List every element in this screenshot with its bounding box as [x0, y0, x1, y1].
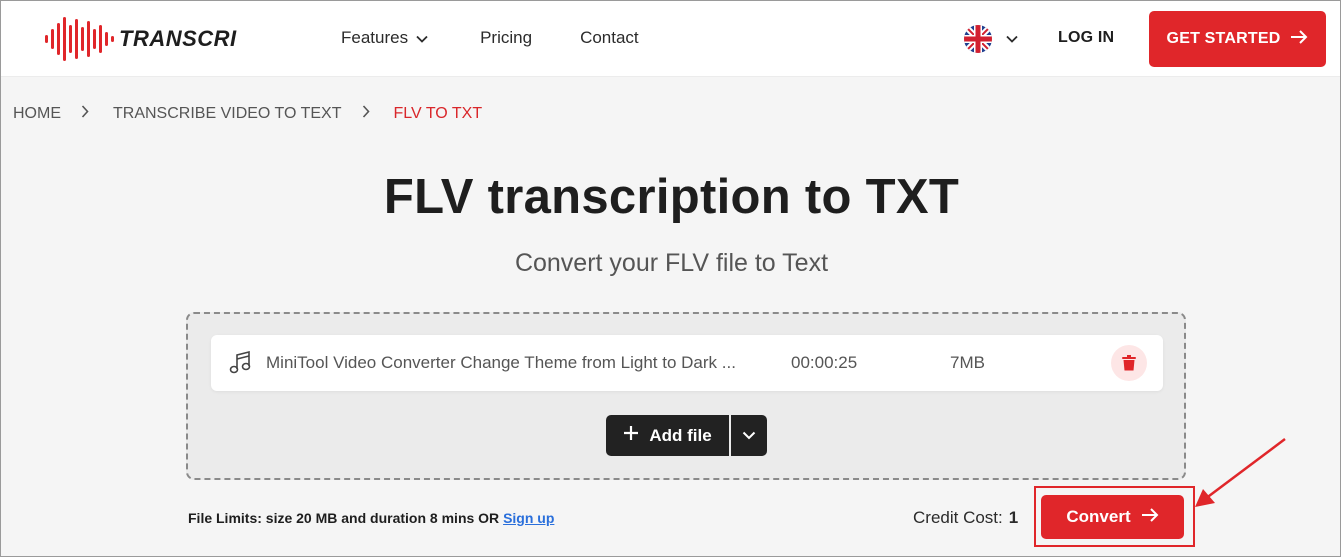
breadcrumb-current: FLV TO TXT — [393, 105, 483, 122]
file-name: MiniTool Video Converter Change Theme fr… — [266, 353, 736, 372]
logo-text: TRANSCRI — [119, 26, 237, 51]
add-file-group: Add file — [606, 415, 767, 456]
site-header: TRANSCRI Features Pricing Contact LOG IN… — [1, 1, 1340, 77]
add-file-options-button[interactable] — [731, 415, 767, 456]
nav-contact-label: Contact — [580, 28, 639, 47]
credit-cost-label: Credit Cost: — [913, 508, 1003, 527]
convert-label: Convert — [1066, 507, 1131, 526]
annotation-arrow-icon — [1195, 438, 1286, 507]
add-file-label: Add file — [649, 425, 712, 445]
trash-icon — [1122, 355, 1136, 371]
get-started-button[interactable]: GET STARTED — [1149, 11, 1326, 67]
page: TRANSCRI Features Pricing Contact LOG IN… — [0, 0, 1341, 557]
credit-cost: Credit Cost: 1 — [913, 508, 1018, 528]
file-limits-label: File Limits: size 20 MB and duration 8 m… — [188, 510, 504, 526]
page-title: FLV transcription to TXT — [383, 170, 960, 224]
chevron-right-icon — [362, 105, 370, 123]
login-link[interactable]: LOG IN — [1058, 29, 1114, 47]
delete-file-button[interactable] — [1111, 345, 1147, 381]
file-duration: 00:00:25 — [791, 353, 858, 372]
page-subtitle: Convert your FLV file to Text — [514, 249, 829, 277]
logo[interactable]: TRANSCRI — [45, 15, 237, 63]
chevron-down-icon — [1006, 30, 1018, 48]
signup-link[interactable]: Sign up — [503, 510, 554, 526]
sound-wave-logo-icon — [45, 17, 114, 61]
language-selector[interactable] — [964, 25, 1018, 53]
upload-dropzone[interactable]: MiniTool Video Converter Change Theme fr… — [186, 312, 1186, 480]
file-limits-text: File Limits: size 20 MB and duration 8 m… — [188, 510, 554, 526]
breadcrumb: HOME TRANSCRIBE VIDEO TO TEXT FLV TO TXT — [13, 105, 482, 123]
chevron-right-icon — [81, 105, 89, 123]
credit-cost-value: 1 — [1008, 508, 1019, 527]
nav-pricing[interactable]: Pricing — [480, 28, 532, 48]
main-nav: Features Pricing Contact — [341, 28, 639, 48]
uk-flag-icon — [964, 25, 992, 53]
file-size: 7MB — [950, 353, 985, 372]
plus-icon — [623, 425, 639, 446]
music-note-icon — [229, 350, 251, 380]
convert-button[interactable]: Convert — [1041, 495, 1184, 539]
arrow-right-icon — [1141, 507, 1159, 527]
file-list-item: MiniTool Video Converter Change Theme fr… — [211, 335, 1163, 391]
breadcrumb-home[interactable]: HOME — [13, 105, 61, 123]
chevron-down-icon — [416, 28, 428, 48]
chevron-down-icon — [742, 431, 756, 440]
get-started-label: GET STARTED — [1166, 30, 1281, 47]
add-file-button[interactable]: Add file — [606, 415, 729, 456]
nav-pricing-label: Pricing — [480, 28, 533, 47]
nav-features-label: Features — [341, 28, 409, 47]
arrow-right-icon — [1290, 29, 1308, 49]
nav-features[interactable]: Features — [341, 28, 428, 48]
nav-contact[interactable]: Contact — [580, 28, 639, 48]
breadcrumb-transcribe-video[interactable]: TRANSCRIBE VIDEO TO TEXT — [113, 105, 342, 123]
